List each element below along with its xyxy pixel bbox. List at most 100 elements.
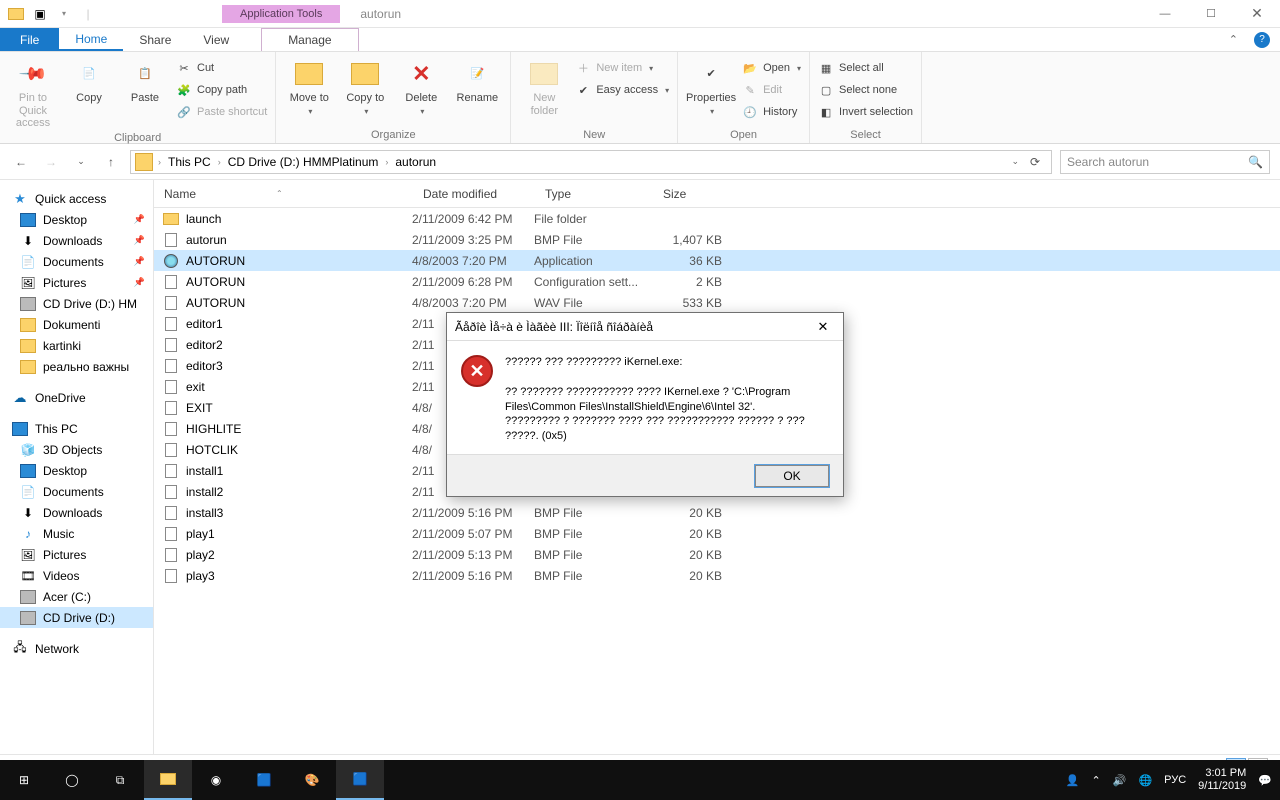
start-button[interactable]: ⊞ bbox=[0, 760, 48, 800]
tab-share[interactable]: Share bbox=[123, 28, 187, 51]
copy-to-button[interactable]: Copy to▾ bbox=[340, 56, 390, 116]
maximize-button[interactable]: ☐ bbox=[1188, 0, 1234, 28]
file-row[interactable]: AUTORUN4/8/2003 7:20 PMApplication36 KB bbox=[154, 250, 1280, 271]
breadcrumb[interactable]: › This PC › CD Drive (D:) HMMPlatinum › … bbox=[130, 150, 1052, 174]
sidebar-item-dokumenti[interactable]: Dokumenti bbox=[0, 314, 153, 335]
select-none-button[interactable]: ▢Select none bbox=[818, 80, 913, 100]
nav-back-button[interactable]: ← bbox=[10, 151, 32, 173]
tab-home[interactable]: Home bbox=[59, 28, 123, 51]
sidebar-quick-access[interactable]: ★Quick access bbox=[0, 188, 153, 209]
file-row[interactable]: AUTORUN2/11/2009 6:28 PMConfiguration se… bbox=[154, 271, 1280, 292]
column-date[interactable]: Date modified bbox=[413, 187, 535, 201]
sidebar-item-desktop2[interactable]: Desktop bbox=[0, 460, 153, 481]
sidebar-network[interactable]: 🖧Network bbox=[0, 638, 153, 659]
pin-quick-access-button[interactable]: 📌 Pin to Quick access bbox=[8, 56, 58, 130]
taskview-icon[interactable]: ⧉ bbox=[96, 760, 144, 800]
breadcrumb-item[interactable]: This PC bbox=[166, 155, 213, 169]
file-row[interactable]: launch2/11/2009 6:42 PMFile folder bbox=[154, 208, 1280, 229]
file-row[interactable]: play22/11/2009 5:13 PMBMP File20 KB bbox=[154, 544, 1280, 565]
cortana-icon[interactable]: ◯ bbox=[48, 760, 96, 800]
sidebar-item-cddrive[interactable]: CD Drive (D:) HM bbox=[0, 293, 153, 314]
history-button[interactable]: 🕘History bbox=[742, 102, 801, 122]
sidebar-item-documents[interactable]: 📄Documents📌 bbox=[0, 251, 153, 272]
file-icon bbox=[165, 485, 177, 499]
sidebar-item-downloads[interactable]: ⬇Downloads📌 bbox=[0, 230, 153, 251]
sidebar-item-pictures2[interactable]: 🖼Pictures bbox=[0, 544, 153, 565]
file-type: BMP File bbox=[534, 527, 652, 541]
collapse-ribbon-icon[interactable]: ⌃ bbox=[1229, 33, 1238, 46]
taskbar-app-icon[interactable]: 🟦 bbox=[240, 760, 288, 800]
copy-button[interactable]: 📄 Copy bbox=[64, 56, 114, 130]
nav-recent-button[interactable]: ⌄ bbox=[70, 151, 92, 173]
tray-notifications-icon[interactable]: 💬 bbox=[1258, 774, 1272, 787]
qat-dropdown-icon[interactable]: ▾ bbox=[54, 5, 74, 23]
sidebar-item-realno[interactable]: реально важны bbox=[0, 356, 153, 377]
dialog-close-button[interactable]: ✕ bbox=[811, 318, 835, 336]
tray-expand-icon[interactable]: ⌃ bbox=[1092, 774, 1101, 787]
file-row[interactable]: play12/11/2009 5:07 PMBMP File20 KB bbox=[154, 523, 1280, 544]
select-all-button[interactable]: ▦Select all bbox=[818, 58, 913, 78]
taskbar-chrome-icon[interactable]: ◉ bbox=[192, 760, 240, 800]
sidebar-item-documents2[interactable]: 📄Documents bbox=[0, 481, 153, 502]
sidebar-item-pictures[interactable]: 🖼Pictures📌 bbox=[0, 272, 153, 293]
breadcrumb-item[interactable]: CD Drive (D:) HMMPlatinum bbox=[226, 155, 381, 169]
nav-forward-button[interactable]: → bbox=[40, 151, 62, 173]
tab-manage[interactable]: Manage bbox=[261, 28, 358, 51]
invert-selection-button[interactable]: ◧Invert selection bbox=[818, 102, 913, 122]
file-row[interactable]: autorun2/11/2009 3:25 PMBMP File1,407 KB bbox=[154, 229, 1280, 250]
sidebar-item-desktop[interactable]: Desktop📌 bbox=[0, 209, 153, 230]
tray-volume-icon[interactable]: 🔊 bbox=[1113, 774, 1127, 787]
folder-icon bbox=[20, 339, 36, 353]
sidebar-item-acer[interactable]: Acer (C:) bbox=[0, 586, 153, 607]
sidebar-item-3dobjects[interactable]: 🧊3D Objects bbox=[0, 439, 153, 460]
sidebar-item-downloads2[interactable]: ⬇Downloads bbox=[0, 502, 153, 523]
taskbar-explorer-icon[interactable] bbox=[144, 760, 192, 800]
rename-button[interactable]: 📝Rename bbox=[452, 56, 502, 116]
qat-properties-icon[interactable]: ▣ bbox=[30, 5, 50, 23]
sidebar-item-music[interactable]: ♪Music bbox=[0, 523, 153, 544]
breadcrumb-dropdown-icon[interactable]: ⌄ bbox=[1011, 156, 1019, 167]
paste-shortcut-button[interactable]: 🔗Paste shortcut bbox=[176, 102, 267, 122]
tray-people-icon[interactable]: 👤 bbox=[1066, 774, 1080, 787]
nav-up-button[interactable]: ↑ bbox=[100, 151, 122, 173]
refresh-icon[interactable]: ⟳ bbox=[1023, 155, 1047, 169]
cut-button[interactable]: ✂Cut bbox=[176, 58, 267, 78]
tray-language[interactable]: РУС bbox=[1164, 774, 1186, 786]
edit-button[interactable]: ✎Edit bbox=[742, 80, 801, 100]
new-item-button[interactable]: ＋New item▾ bbox=[575, 58, 669, 78]
easy-access-button[interactable]: ✔Easy access▾ bbox=[575, 80, 669, 100]
sidebar-onedrive[interactable]: ☁OneDrive bbox=[0, 387, 153, 408]
open-button[interactable]: 📂Open▾ bbox=[742, 58, 801, 78]
sidebar-this-pc[interactable]: This PC bbox=[0, 418, 153, 439]
dialog-ok-button[interactable]: OK bbox=[755, 465, 829, 487]
pin-icon: 📌 bbox=[134, 256, 153, 267]
sidebar-item-kartinki[interactable]: kartinki bbox=[0, 335, 153, 356]
sidebar-item-videos[interactable]: 🎞Videos bbox=[0, 565, 153, 586]
breadcrumb-item[interactable]: autorun bbox=[393, 155, 438, 169]
copy-path-button[interactable]: 🧩Copy path bbox=[176, 80, 267, 100]
help-icon[interactable]: ? bbox=[1254, 32, 1270, 48]
file-row[interactable]: install32/11/2009 5:16 PMBMP File20 KB bbox=[154, 502, 1280, 523]
taskbar-installer-icon[interactable]: 🟦 bbox=[336, 760, 384, 800]
group-label-open: Open bbox=[686, 127, 801, 141]
properties-button[interactable]: ✔Properties▾ bbox=[686, 56, 736, 122]
search-input[interactable]: Search autorun 🔍 bbox=[1060, 150, 1270, 174]
delete-button[interactable]: ✕Delete▾ bbox=[396, 56, 446, 116]
tab-view[interactable]: View bbox=[187, 28, 245, 51]
column-type[interactable]: Type bbox=[535, 187, 653, 201]
pin-icon: 📌 bbox=[18, 59, 48, 89]
close-button[interactable]: ✕ bbox=[1234, 0, 1280, 28]
tray-clock[interactable]: 3:01 PM 9/11/2019 bbox=[1198, 767, 1246, 793]
tray-network-icon[interactable]: 🌐 bbox=[1138, 774, 1152, 787]
new-folder-button[interactable]: New folder bbox=[519, 56, 569, 117]
minimize-button[interactable]: — bbox=[1142, 0, 1188, 28]
tab-file[interactable]: File bbox=[0, 28, 59, 51]
sidebar-item-cddrive2[interactable]: CD Drive (D:) bbox=[0, 607, 153, 628]
move-to-button[interactable]: Move to▾ bbox=[284, 56, 334, 116]
taskbar-paint-icon[interactable]: 🎨 bbox=[288, 760, 336, 800]
column-size[interactable]: Size bbox=[653, 187, 733, 201]
paste-button[interactable]: 📋 Paste bbox=[120, 56, 170, 130]
column-name[interactable]: Name⌃ bbox=[154, 187, 413, 201]
file-row[interactable]: play32/11/2009 5:16 PMBMP File20 KB bbox=[154, 565, 1280, 586]
file-row[interactable]: AUTORUN4/8/2003 7:20 PMWAV File533 KB bbox=[154, 292, 1280, 313]
